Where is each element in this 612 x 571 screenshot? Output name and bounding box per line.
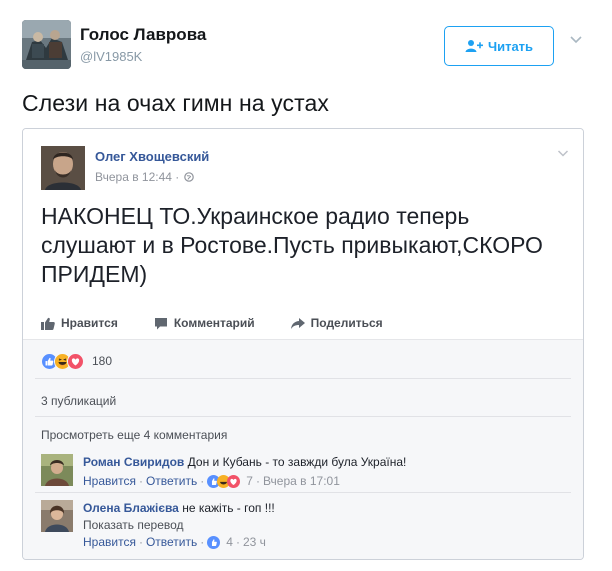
facebook-post-text: НАКОНЕЦ ТО.Украинское радио теперь слуша… <box>41 203 543 287</box>
facebook-feedback-section: 180 3 публикаций Просмотреть еще 4 комме… <box>23 339 583 559</box>
chevron-down-icon[interactable] <box>569 34 583 46</box>
facebook-author-name[interactable]: Олег Хвощевский <box>95 149 209 164</box>
comment-like-link[interactable]: Нравится <box>83 473 136 489</box>
follow-button[interactable]: Читать <box>444 26 554 66</box>
comment-time[interactable]: Вчера в 17:01 <box>263 473 340 489</box>
thumbs-up-icon <box>41 317 55 330</box>
comment-reactions-count: 4 <box>226 535 233 549</box>
love-reaction-icon <box>67 352 84 370</box>
comment-actions: Нравится · Ответить · 4 · 23 ч <box>83 534 275 550</box>
comment-text: Дон и Кубань - то завжди була Україна! <box>184 455 407 469</box>
share-button[interactable]: Поделиться <box>290 316 383 330</box>
facebook-post-card: Олег Хвощевский Вчера в 12:44 · НАКОНЕЦ … <box>22 128 584 560</box>
divider <box>35 378 571 379</box>
follow-button-label: Читать <box>487 38 534 54</box>
globe-icon <box>184 172 195 182</box>
comment-content: Олена Блажієва не кажіть - гоп !!! Показ… <box>83 500 275 550</box>
twitter-author-name[interactable]: Голос Лаврова <box>80 25 206 45</box>
share-button-label: Поделиться <box>310 316 383 330</box>
comment-button-label: Комментарий <box>173 316 255 330</box>
like-button[interactable]: Нравится <box>41 316 118 330</box>
love-reaction-icon <box>227 474 241 488</box>
facebook-post-meta: Вчера в 12:44 · <box>95 170 195 184</box>
separator-dot: · <box>200 535 205 549</box>
divider <box>35 416 571 417</box>
comment-actions: Нравится · Ответить · 7 · Вчера в 17:01 <box>83 473 406 489</box>
comment-time[interactable]: 23 ч <box>243 534 266 550</box>
facebook-post-time[interactable]: Вчера в 12:44 · <box>95 170 179 184</box>
comment-reply-link[interactable]: Ответить <box>146 473 197 489</box>
commenter-avatar[interactable] <box>41 454 73 486</box>
post-menu-chevron-icon[interactable] <box>557 149 569 158</box>
shares-count[interactable]: 3 публикаций <box>41 394 116 408</box>
like-reaction-icon <box>207 535 221 549</box>
facebook-author-avatar[interactable] <box>41 146 85 190</box>
comment-reactions[interactable] <box>207 535 221 549</box>
tweet-text: Слези на очах гимн на устах <box>22 90 329 116</box>
comment-text: не кажіть - гоп !!! <box>178 501 275 515</box>
share-arrow-icon <box>290 317 305 329</box>
comment-reactions-count: 7 <box>246 474 253 488</box>
commenter-avatar[interactable] <box>41 500 73 532</box>
separator-dot: · <box>255 474 260 488</box>
show-translation-link[interactable]: Показать перевод <box>83 516 275 534</box>
facebook-post-body: Олег Хвощевский Вчера в 12:44 · НАКОНЕЦ … <box>23 129 583 338</box>
twitter-avatar[interactable] <box>22 20 71 69</box>
like-button-label: Нравится <box>61 316 118 330</box>
reactions-count: 180 <box>92 354 113 368</box>
comment-reactions[interactable] <box>207 474 241 488</box>
twitter-author-handle[interactable]: @lV1985K <box>80 49 142 64</box>
separator-dot: · <box>138 535 143 549</box>
add-user-icon <box>465 40 483 52</box>
separator-dot: · <box>200 474 205 488</box>
separator-dot: · <box>235 535 240 549</box>
comment-like-link[interactable]: Нравится <box>83 534 136 550</box>
facebook-action-bar: Нравится Комментарий Поделиться <box>41 314 561 332</box>
separator-dot: · <box>138 474 143 488</box>
comment-button[interactable]: Комментарий <box>154 316 255 330</box>
comment-reply-link[interactable]: Ответить <box>146 534 197 550</box>
reactions-summary[interactable]: 180 <box>41 352 112 370</box>
speech-bubble-icon <box>154 317 167 329</box>
comment-author[interactable]: Роман Свиридов <box>83 455 184 469</box>
tweet-header: Голос Лаврова @lV1985K Читать <box>22 20 592 72</box>
comment-content: Роман Свиридов Дон и Кубань - то завжди … <box>83 454 406 489</box>
comment-author[interactable]: Олена Блажієва <box>83 501 179 515</box>
view-more-comments-link[interactable]: Просмотреть еще 4 комментария <box>41 428 227 442</box>
divider <box>35 492 571 493</box>
